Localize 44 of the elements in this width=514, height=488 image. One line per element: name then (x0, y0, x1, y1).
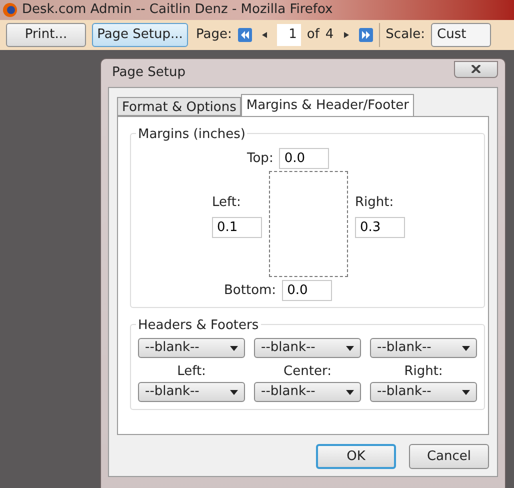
dialog-button[interactable]: Cancel (409, 444, 489, 469)
dropdown[interactable]: --blank-- (370, 382, 477, 402)
tab[interactable]: Format & Options (117, 97, 242, 116)
dialog-button[interactable]: OK (316, 444, 396, 469)
margin-field[interactable]: 0.1 (212, 216, 262, 238)
scale-dropdown[interactable]: Cust (431, 23, 492, 47)
margin-field[interactable]: 0.3 (355, 216, 405, 238)
dropdown[interactable]: --blank-- (254, 338, 361, 358)
dropdown[interactable]: --blank-- (138, 382, 245, 402)
first-page-icon[interactable] (238, 28, 252, 42)
window-title: Desk.com Admin -- Caitlin Denz - Mozilla Firefox (22, 1, 333, 20)
caret-icon (346, 346, 354, 350)
browser-logo-icon (2, 2, 18, 18)
page-number-field[interactable]: 1 (276, 24, 301, 46)
field-label: Bottom: (224, 282, 276, 300)
dropdown[interactable]: --blank-- (370, 338, 477, 358)
previous-page-icon[interactable] (262, 32, 267, 38)
margin-field[interactable]: 0.0 (282, 280, 332, 301)
field-label: Left: (177, 364, 206, 379)
caret-icon (462, 390, 470, 394)
field-label: Left: (212, 194, 242, 212)
scale-label: Scale: (386, 26, 426, 44)
tab[interactable]: Margins & Header/Footer (241, 94, 414, 116)
close-icon (471, 65, 481, 73)
close-button[interactable] (454, 60, 498, 78)
field-label: Center: (284, 364, 332, 379)
toolbar-button[interactable]: Print... (6, 23, 86, 47)
page-label: Page: (196, 26, 232, 44)
caret-icon (230, 390, 238, 394)
toolbar-button[interactable]: Page Setup... (92, 23, 188, 47)
margin-field[interactable]: 0.0 (279, 148, 330, 169)
dropdown[interactable]: --blank-- (138, 338, 245, 358)
caret-icon (346, 390, 354, 394)
field-label: Top: (247, 150, 274, 168)
dropdown[interactable]: --blank-- (254, 382, 361, 402)
page-count: 4 (325, 26, 334, 44)
dialog-title: Page Setup (111, 64, 186, 82)
next-page-icon[interactable] (344, 32, 349, 38)
field-label: Right: (404, 364, 443, 379)
caret-icon (230, 346, 238, 350)
field-label: Right: (355, 194, 395, 212)
caret-icon (462, 346, 470, 350)
last-page-icon[interactable] (358, 28, 373, 42)
of-label: of (306, 26, 320, 44)
